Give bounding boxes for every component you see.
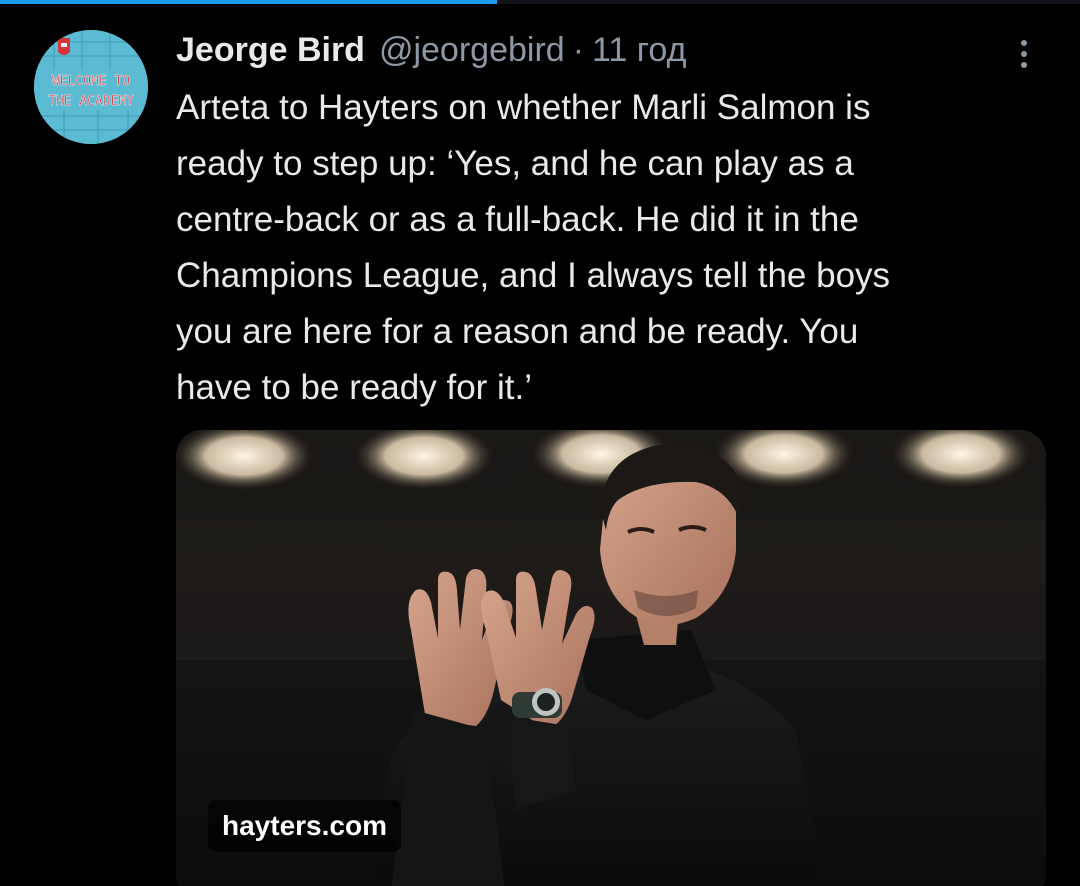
avatar[interactable]: WELCOME TO THE ACADEMY [34,30,148,144]
link-domain-badge[interactable]: hayters.com [208,800,401,852]
author-handle[interactable]: @jeorgebird [379,26,565,74]
header-separator: · [572,31,585,69]
more-vertical-icon[interactable] [1008,34,1040,74]
more-dot [1021,62,1027,68]
avatar-text-line-1: WELCOME TO [52,74,130,89]
tweet-timestamp[interactable]: 11 год [592,26,686,74]
top-progress-bar [0,0,1080,4]
more-dot [1021,40,1027,46]
author-name[interactable]: Jeorge Bird [176,26,365,74]
tweet-text: Arteta to Hayters on whether Marli Salmo… [176,88,891,407]
avatar-text-line-2: THE ACADEMY [48,94,134,109]
more-dot [1021,51,1027,57]
tweet-header: Jeorge Bird @jeorgebird · 11 год [176,26,686,74]
top-progress-fill [0,0,497,4]
avatar-image: WELCOME TO THE ACADEMY [34,30,148,144]
